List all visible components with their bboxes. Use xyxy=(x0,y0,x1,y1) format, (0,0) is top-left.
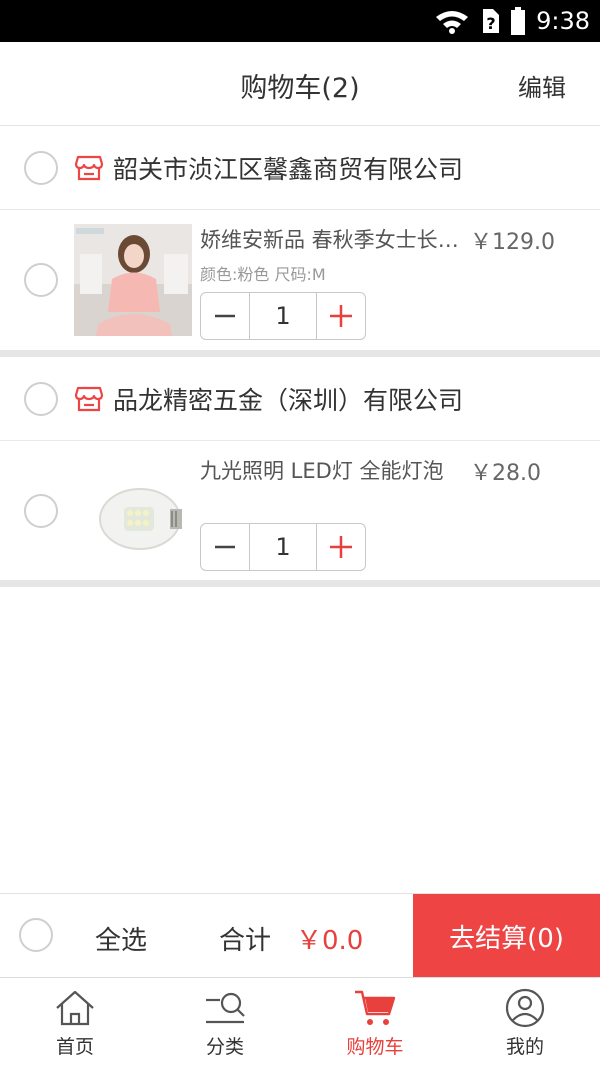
increase-button[interactable] xyxy=(317,293,365,339)
svg-text:?: ? xyxy=(486,14,495,33)
bottom-tab-bar: 首页 分类 购物车 我的 xyxy=(0,977,600,1067)
select-all-radio[interactable] xyxy=(19,918,53,952)
home-icon xyxy=(56,990,94,1026)
decrease-button[interactable] xyxy=(201,293,249,339)
tab-cart[interactable]: 购物车 xyxy=(300,978,450,1067)
status-time: 9:38 xyxy=(536,7,590,35)
plus-icon xyxy=(330,305,352,327)
cart-item: 九光照明 LED灯 全能灯泡 ￥28.0 1 xyxy=(0,441,600,583)
product-image[interactable] xyxy=(74,224,192,336)
checkout-bar: 全选 合计 ￥0.0 去结算(0) xyxy=(0,893,600,978)
plus-icon xyxy=(330,536,352,558)
cart-item: 娇维安新品 春秋季女士长袖睡衣 ￥129.0 颜色:粉色 尺码:M 1 xyxy=(0,210,600,352)
quantity-stepper: 1 xyxy=(200,292,366,340)
quantity-stepper: 1 xyxy=(200,523,366,571)
no-sim-icon: ? xyxy=(483,9,500,33)
tab-home[interactable]: 首页 xyxy=(0,978,150,1067)
shop-select-radio[interactable] xyxy=(24,151,58,185)
store-icon xyxy=(74,155,104,181)
tab-profile[interactable]: 我的 xyxy=(450,978,600,1067)
quantity-value[interactable]: 1 xyxy=(249,524,317,570)
shop-select-radio[interactable] xyxy=(24,382,58,416)
product-title[interactable]: 九光照明 LED灯 全能灯泡 xyxy=(200,455,462,485)
cart-icon xyxy=(355,990,396,1025)
item-select-radio[interactable] xyxy=(24,263,58,297)
category-search-icon xyxy=(206,992,245,1024)
product-image[interactable] xyxy=(74,455,192,567)
user-icon xyxy=(505,988,545,1028)
product-price: ￥28.0 xyxy=(470,461,541,486)
product-title[interactable]: 娇维安新品 春秋季女士长袖睡衣 xyxy=(200,224,462,254)
page-title: 购物车(2) xyxy=(240,73,360,104)
shop-name[interactable]: 韶关市浈江区馨鑫商贸有限公司 xyxy=(113,150,463,186)
item-select-radio[interactable] xyxy=(24,494,58,528)
quantity-value[interactable]: 1 xyxy=(249,293,317,339)
minus-icon xyxy=(215,545,235,549)
shop-name[interactable]: 品龙精密五金（深圳）有限公司 xyxy=(113,381,463,417)
tab-label: 分类 xyxy=(205,1036,244,1058)
store-icon xyxy=(74,386,104,412)
tab-category[interactable]: 分类 xyxy=(150,978,300,1067)
edit-button[interactable]: 编辑 xyxy=(518,68,566,103)
tab-label: 我的 xyxy=(505,1036,544,1058)
wifi-icon xyxy=(436,11,469,34)
product-spec: 颜色:粉色 尺码:M xyxy=(200,265,326,284)
product-price: ￥129.0 xyxy=(470,230,555,255)
section-divider xyxy=(0,350,600,357)
increase-button[interactable] xyxy=(317,524,365,570)
total-label: 合计 xyxy=(219,926,272,956)
shop-row: 品龙精密五金（深圳）有限公司 xyxy=(0,357,600,441)
tab-label: 购物车 xyxy=(346,1036,404,1058)
page-header: 购物车(2) 编辑 xyxy=(0,42,600,126)
select-all-label[interactable]: 全选 xyxy=(95,920,147,957)
shop-row: 韶关市浈江区馨鑫商贸有限公司 xyxy=(0,126,600,210)
checkout-button[interactable]: 去结算(0) xyxy=(413,894,600,978)
decrease-button[interactable] xyxy=(201,524,249,570)
total-value: ￥0.0 xyxy=(296,926,364,956)
battery-icon xyxy=(511,7,526,35)
tab-label: 首页 xyxy=(55,1036,94,1058)
status-bar: ? 9:38 xyxy=(0,0,600,42)
section-divider xyxy=(0,580,600,587)
minus-icon xyxy=(215,314,235,318)
